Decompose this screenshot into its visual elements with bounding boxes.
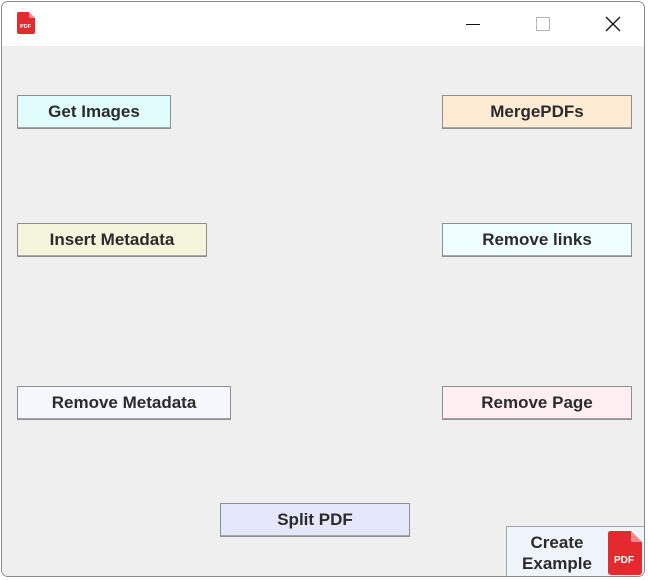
minimize-icon [466,24,480,25]
app-window: PDF Get Images MergePDFs Insert Metadata… [1,1,645,577]
create-example-button[interactable]: Create Example PDF [506,526,644,576]
get-images-button[interactable]: Get Images [17,95,171,129]
close-button[interactable] [590,2,636,46]
merge-pdfs-button[interactable]: MergePDFs [442,95,632,129]
title-bar: PDF [2,2,644,46]
maximize-icon [536,17,550,31]
close-icon [605,16,621,32]
create-example-line2: Example [522,554,592,573]
remove-links-button[interactable]: Remove links [442,223,632,257]
insert-metadata-button[interactable]: Insert Metadata [17,223,207,257]
minimize-button[interactable] [450,2,496,46]
create-example-label: Create Example [511,532,603,574]
pdf-file-icon: PDF [16,12,35,34]
split-pdf-button[interactable]: Split PDF [220,503,410,537]
maximize-button[interactable] [520,2,566,46]
main-panel: Get Images MergePDFs Insert Metadata Rem… [2,46,644,576]
create-example-icon-text: PDF [614,555,634,566]
remove-page-button[interactable]: Remove Page [442,386,632,420]
remove-metadata-button[interactable]: Remove Metadata [17,386,231,420]
create-example-line1: Create [530,533,584,552]
pdf-file-icon: PDF [607,531,642,575]
app-icon-text: PDF [20,24,32,30]
